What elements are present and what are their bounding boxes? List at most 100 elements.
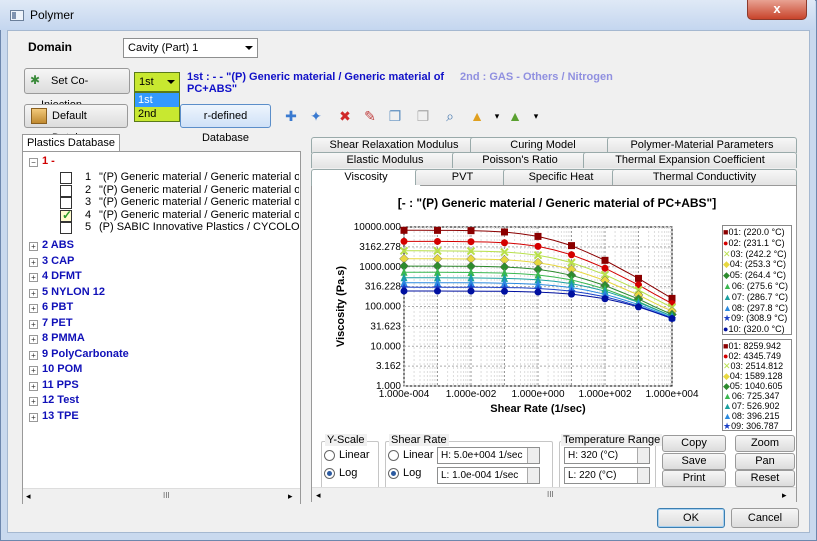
copy-button[interactable]: Copy: [662, 435, 726, 452]
default-database-button[interactable]: Default Database: [24, 104, 128, 144]
tab-viscosity[interactable]: Viscosity: [311, 169, 421, 186]
material-group[interactable]: 9 PolyCarbonate: [42, 348, 129, 360]
user-defined-database-button[interactable]: r-defined Database: [180, 104, 271, 144]
temp-high-input[interactable]: H: 320 (°C): [564, 447, 650, 464]
tab-curing-model[interactable]: Curing Model: [470, 137, 616, 153]
material-group[interactable]: 11 PPS: [42, 379, 79, 391]
temp-high-value: H: 320 (°C): [568, 450, 619, 461]
temp-low-input[interactable]: L: 220 (°C): [564, 467, 650, 484]
spinner-icon[interactable]: [527, 468, 539, 483]
spinner-icon[interactable]: [637, 468, 649, 483]
expand-icon[interactable]: +: [29, 412, 38, 422]
tab-polymer-material-parameters[interactable]: Polymer-Material Parameters: [607, 137, 797, 153]
tab-shear-relaxation-modulus[interactable]: Shear Relaxation Modulus: [311, 137, 477, 153]
search-icon[interactable]: ⌕: [441, 107, 459, 125]
chart-horizontal-scrollbar[interactable]: ◂ III ▸: [312, 487, 796, 503]
export-icon[interactable]: ▲: [506, 107, 524, 125]
new-icon[interactable]: ✦: [307, 107, 325, 125]
plastics-database-tab[interactable]: Plastics Database: [22, 134, 120, 152]
material-group[interactable]: 5 NYLON 12: [42, 286, 105, 298]
injection-select[interactable]: 1st: [134, 72, 180, 92]
copy-icon[interactable]: ❐: [386, 107, 404, 125]
edit-icon[interactable]: ✎: [361, 107, 379, 125]
scroll-grip[interactable]: III: [163, 491, 170, 500]
material-group[interactable]: 12 Test: [42, 394, 79, 406]
expand-icon[interactable]: +: [29, 397, 38, 406]
ok-button[interactable]: OK: [657, 508, 725, 528]
import-icon[interactable]: ▲: [468, 107, 486, 125]
material-name[interactable]: "(P) Generic material / Generic material…: [99, 196, 299, 208]
shear-log-radio[interactable]: [388, 468, 399, 479]
tab-specific-heat[interactable]: Specific Heat: [503, 169, 619, 185]
tab-poisson-s-ratio[interactable]: Poisson's Ratio: [452, 152, 588, 168]
scroll-grip[interactable]: III: [547, 490, 554, 499]
expand-icon[interactable]: +: [29, 273, 38, 282]
close-button[interactable]: x: [747, 0, 807, 20]
material-group[interactable]: 3 CAP: [42, 255, 74, 267]
scroll-right-icon[interactable]: ▸: [782, 490, 787, 501]
expand-icon[interactable]: +: [29, 319, 38, 329]
delete-icon[interactable]: ✖: [336, 107, 354, 125]
expand-icon[interactable]: +: [29, 304, 38, 313]
domain-select[interactable]: Cavity (Part) 1: [123, 38, 258, 58]
chevron-down-icon[interactable]: ▾: [527, 107, 545, 125]
material-name[interactable]: "(P) Generic material / Generic material…: [99, 209, 299, 221]
tab-thermal-expansion-coefficient[interactable]: Thermal Expansion Coefficient: [583, 152, 797, 168]
material-checkbox[interactable]: [60, 184, 72, 197]
y-scale-log-radio[interactable]: [324, 468, 335, 479]
collapse-icon[interactable]: −: [29, 158, 38, 167]
scroll-left-icon[interactable]: ◂: [316, 490, 321, 501]
material-name[interactable]: "(P) Generic material / Generic material…: [99, 184, 299, 196]
material-group[interactable]: 4 DFMT: [42, 270, 82, 282]
paste-icon[interactable]: ❐: [414, 107, 432, 125]
shear-linear-radio[interactable]: [388, 450, 399, 461]
tab-elastic-modulus[interactable]: Elastic Modulus: [311, 152, 459, 168]
expand-icon[interactable]: +: [29, 381, 38, 391]
y-scale-linear-radio[interactable]: [324, 450, 335, 461]
data-point: [501, 228, 508, 236]
zoom-button[interactable]: Zoom: [735, 435, 795, 452]
shear-high-input[interactable]: H: 5.0e+004 1/sec: [437, 447, 540, 464]
data-point: [534, 242, 542, 250]
material-name[interactable]: (P) SABIC Innovative Plastics / CYCOLOY: [99, 221, 299, 233]
cancel-button[interactable]: Cancel: [731, 508, 799, 528]
material-checkbox[interactable]: ✓: [60, 208, 72, 222]
expand-icon[interactable]: +: [29, 288, 38, 298]
material-checkbox[interactable]: [60, 172, 72, 184]
chevron-down-icon[interactable]: ▾: [488, 107, 506, 125]
set-co-injection-button[interactable]: ✱ Set Co-Injection: [24, 68, 130, 111]
tab-pvt[interactable]: PVT: [415, 169, 510, 185]
print-button[interactable]: Print: [662, 470, 726, 487]
expand-icon[interactable]: +: [29, 366, 38, 375]
pan-button[interactable]: Pan: [735, 453, 795, 470]
material-name[interactable]: "(P) Generic material / Generic material…: [99, 171, 299, 183]
x-axis-label: Shear Rate (1/sec): [490, 403, 586, 415]
expand-icon[interactable]: +: [29, 350, 38, 360]
material-group[interactable]: 7 PET: [42, 317, 73, 329]
x-tick-label: 1.000e+000: [511, 389, 565, 400]
tree-horizontal-scrollbar[interactable]: ◂ III ▸: [23, 488, 300, 504]
material-group[interactable]: 8 PMMA: [42, 332, 85, 344]
material-group[interactable]: 13 TPE: [42, 410, 79, 422]
spinner-icon[interactable]: [527, 448, 539, 463]
scroll-right-icon[interactable]: ▸: [288, 491, 293, 502]
reset-button[interactable]: Reset: [735, 470, 795, 487]
option-1st[interactable]: 1st: [135, 93, 179, 107]
add-icon[interactable]: ✚: [282, 107, 300, 125]
data-point: [568, 290, 575, 298]
spinner-icon[interactable]: [637, 448, 649, 463]
expand-icon[interactable]: +: [29, 335, 38, 344]
scroll-left-icon[interactable]: ◂: [26, 491, 31, 502]
expand-icon[interactable]: +: [29, 242, 38, 251]
material-group[interactable]: 10 POM: [42, 363, 82, 375]
save-button[interactable]: Save: [662, 453, 726, 470]
shear-low-input[interactable]: L: 1.0e-004 1/sec: [437, 467, 540, 484]
title-bar[interactable]: Polymer x: [0, 0, 815, 30]
tab-thermal-conductivity[interactable]: Thermal Conductivity: [612, 169, 797, 185]
material-group[interactable]: 6 PBT: [42, 301, 73, 313]
material-checkbox[interactable]: [60, 222, 72, 234]
option-2nd[interactable]: 2nd: [135, 107, 179, 121]
tree-root[interactable]: 1 -: [42, 155, 55, 167]
material-group[interactable]: 2 ABS: [42, 239, 74, 251]
expand-icon[interactable]: +: [29, 257, 38, 267]
